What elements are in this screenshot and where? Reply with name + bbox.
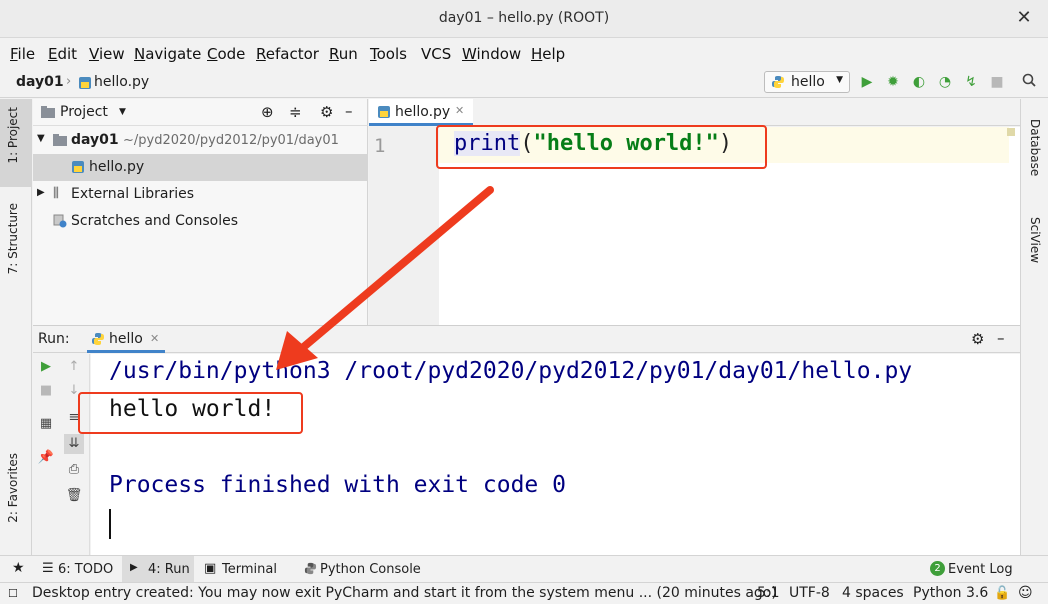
- pycharm-window: day01 – hello.py (ROOT) ✕ File Edit View…: [0, 0, 1048, 604]
- annotation-arrow: [276, 186, 494, 370]
